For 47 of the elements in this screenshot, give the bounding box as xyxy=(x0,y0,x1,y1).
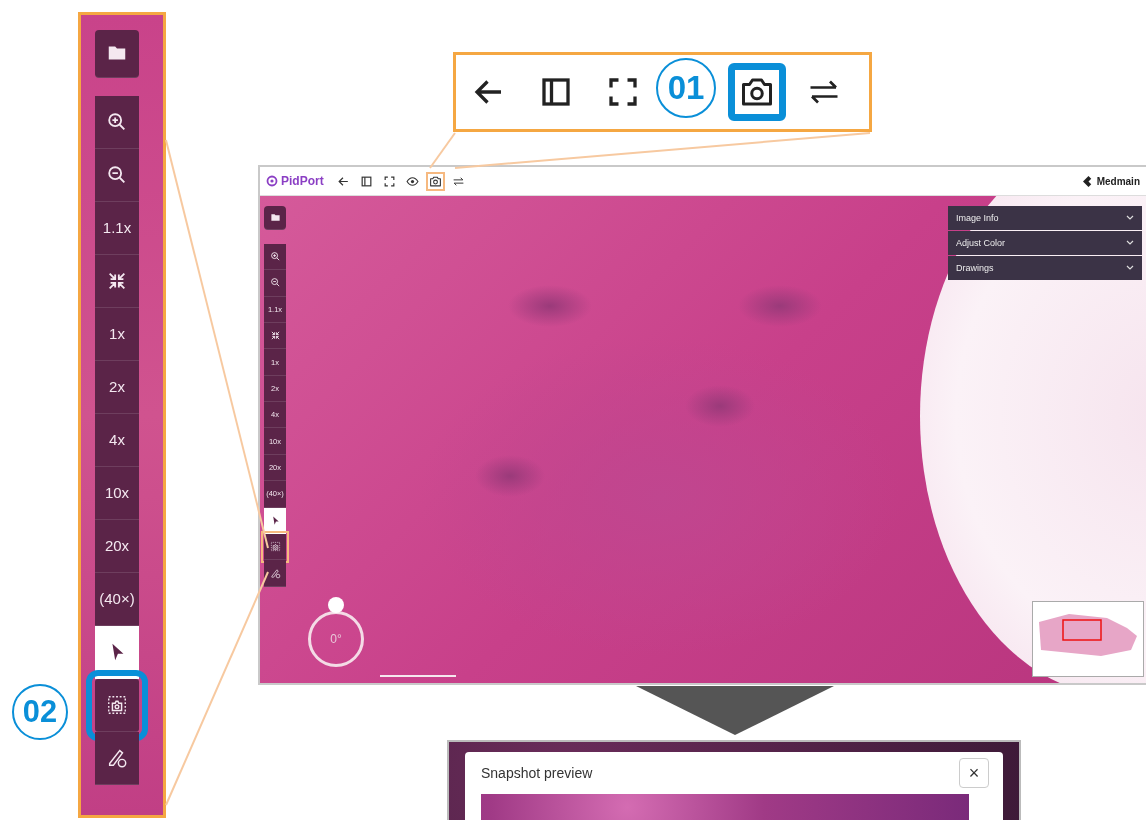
draw-tool-button[interactable] xyxy=(95,731,139,785)
eye-icon xyxy=(405,174,419,188)
camera-icon xyxy=(428,174,442,188)
step-number-badge: 02 xyxy=(12,684,68,740)
magnification-button[interactable]: 1.1x xyxy=(95,201,139,255)
sidebar-icon xyxy=(359,174,373,188)
magnification-button[interactable]: 4x xyxy=(95,413,139,467)
zoom-out-icon xyxy=(106,163,128,186)
app-logo-text: PidPort xyxy=(281,174,324,188)
accordion-header[interactable]: Adjust Color xyxy=(948,231,1142,255)
accordion-header[interactable]: Drawings xyxy=(948,256,1142,280)
fit-button[interactable] xyxy=(264,322,286,350)
inward-arrows-icon xyxy=(269,330,281,342)
close-button[interactable]: × xyxy=(959,758,989,788)
draw-tool-button[interactable] xyxy=(264,560,286,587)
logo-icon xyxy=(266,175,278,187)
chevron-down-icon xyxy=(1126,215,1134,221)
camera-selection-icon xyxy=(106,693,128,716)
magnification-button[interactable]: (40×) xyxy=(95,572,139,626)
fit-button[interactable] xyxy=(95,254,139,308)
chevron-down-icon xyxy=(1126,265,1134,271)
snapshot-button[interactable] xyxy=(425,171,445,191)
fullscreen-icon xyxy=(382,174,396,188)
zoom-in-button[interactable] xyxy=(95,95,139,149)
snapshot-button[interactable] xyxy=(728,63,786,121)
magnification-button[interactable]: 1x xyxy=(95,307,139,361)
minimap[interactable] xyxy=(1032,601,1144,677)
zoom-in-icon xyxy=(106,110,128,133)
open-button[interactable] xyxy=(264,206,286,230)
magnification-button[interactable]: 10x xyxy=(95,466,139,520)
magnification-button[interactable]: 2x xyxy=(95,360,139,414)
accordion-header[interactable]: Image Info xyxy=(948,206,1142,230)
zoom-in-icon xyxy=(269,250,281,262)
dialog-title: Snapshot preview xyxy=(481,765,593,781)
open-button[interactable] xyxy=(95,30,139,78)
camera-selection-icon xyxy=(269,541,281,553)
zoom-in-button[interactable] xyxy=(264,243,286,271)
folder-icon xyxy=(269,211,281,223)
zoom-out-button[interactable] xyxy=(264,270,286,297)
chevron-down-icon xyxy=(1126,240,1134,246)
zoom-out-button[interactable] xyxy=(95,148,139,202)
snapshot-tool-button[interactable] xyxy=(264,534,286,561)
back-arrow-icon xyxy=(336,174,350,188)
brand-name: Medmain xyxy=(1096,175,1140,187)
brand-logo-icon xyxy=(1082,175,1094,187)
magnification-button[interactable]: 20x xyxy=(95,519,139,573)
zoom-out-icon xyxy=(269,277,281,289)
